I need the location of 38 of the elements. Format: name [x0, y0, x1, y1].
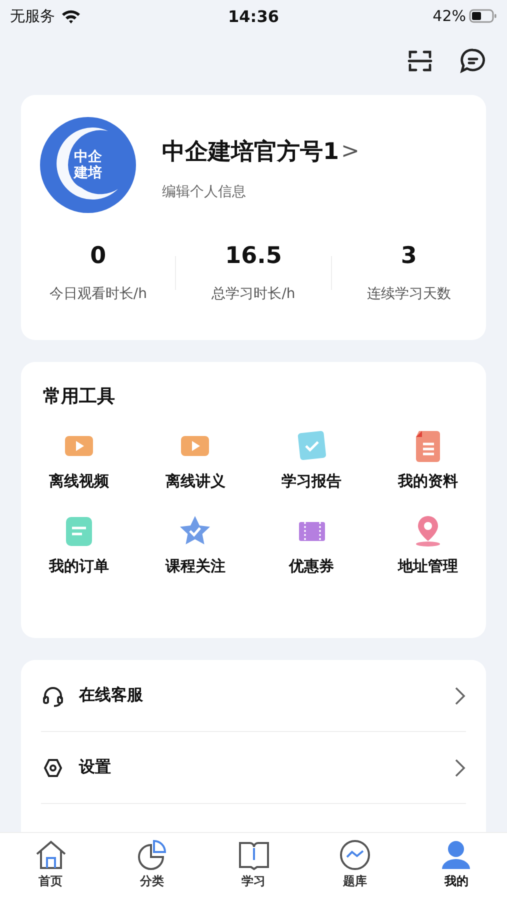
scan-icon[interactable] [407, 48, 433, 74]
tab-item[interactable]: 学习 [202, 833, 304, 900]
tab-item[interactable]: 题库 [304, 833, 406, 900]
wifi-icon [61, 8, 81, 24]
carrier-text: 无服务 [10, 6, 55, 26]
tool-label[interactable]: 离线讲义 [165, 472, 226, 491]
tool-label[interactable]: 课程关注 [165, 557, 226, 576]
clock-text: 14:36 [228, 6, 279, 26]
message-icon[interactable] [459, 47, 487, 75]
tool-label[interactable]: 离线视频 [49, 472, 110, 491]
tab-icon [34, 839, 68, 871]
battery-text: 42% [432, 7, 466, 25]
section-title: 常用工具 [42, 385, 116, 408]
chevron-right-icon[interactable] [454, 758, 466, 778]
chevron-right-icon[interactable] [454, 686, 466, 706]
tool-label[interactable]: 我的资料 [398, 472, 458, 491]
stat-label: 连续学习天数 [366, 285, 451, 303]
tab-item[interactable]: 首页 [0, 833, 102, 900]
menu-item[interactable]: 在线客服 [79, 685, 440, 706]
stat-label: 今日观看时长/h [49, 285, 147, 303]
stat-value: 16.5 [225, 243, 282, 269]
stat-label: 总学习时长/h [212, 285, 296, 303]
tool-label[interactable]: 优惠券 [289, 557, 334, 576]
tab-item[interactable]: 分类 [101, 833, 203, 900]
menu-item[interactable]: 设置 [79, 757, 440, 778]
stat-value: 0 [90, 243, 106, 269]
tool-label[interactable]: 学习报告 [282, 472, 342, 491]
profile-name[interactable]: 中企建培官方号1 [162, 136, 340, 166]
tool-label[interactable]: 我的订单 [49, 557, 110, 576]
logo-avatar: 中企 建培 [40, 117, 136, 213]
tool-label[interactable]: 地址管理 [398, 557, 458, 576]
stat-value: 3 [400, 243, 417, 269]
tab-icon [338, 839, 372, 871]
edit-profile-link[interactable]: 编辑个人信息 [162, 182, 360, 200]
chevron-text[interactable]: > [341, 138, 360, 164]
tab-icon [236, 839, 271, 871]
tab-item[interactable]: 我的 [406, 833, 507, 900]
battery-icon [469, 9, 497, 23]
